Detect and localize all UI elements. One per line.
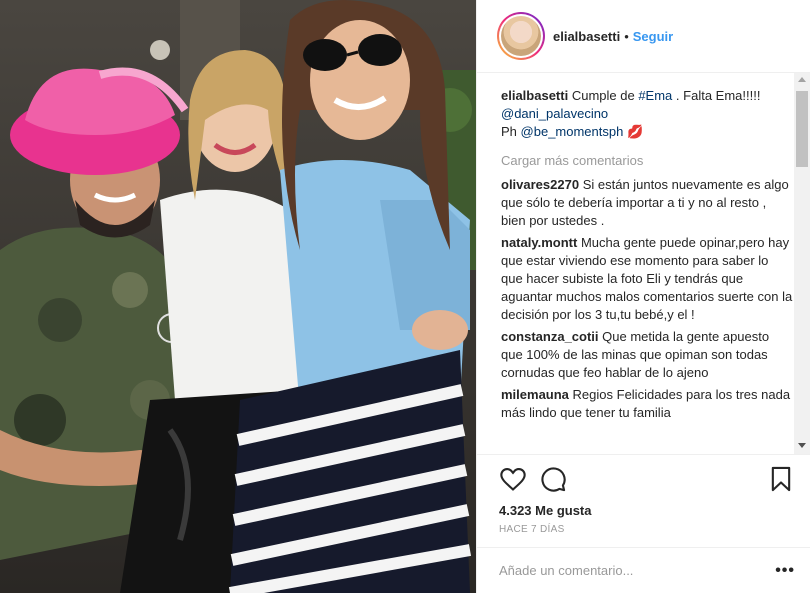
scroll-down-arrow-icon[interactable] <box>798 443 806 448</box>
comment-item: constanza_cotii Que metida la gente apue… <box>501 328 793 382</box>
comment-username[interactable]: nataly.montt <box>501 235 577 250</box>
comment-item: milemauna Regios Felicidades para los tr… <box>501 386 793 422</box>
caption-mention-2[interactable]: @be_momentsph <box>521 124 624 139</box>
post-time[interactable]: HACE 7 DÍAS <box>499 524 795 535</box>
comment-username[interactable]: milemauna <box>501 387 569 402</box>
comment-icon[interactable] <box>539 465 567 493</box>
post-actions: 4.323 Me gusta HACE 7 DÍAS <box>477 454 810 535</box>
scrollbar-thumb[interactable] <box>796 91 808 167</box>
comments-list[interactable]: elialbasetti Cumple de #Ema . Falta Ema!… <box>477 73 810 454</box>
caption-text-before: Cumple de <box>571 88 635 103</box>
avatar-image <box>501 16 541 56</box>
caption-ph-prefix: Ph <box>501 124 517 139</box>
instagram-post: elialbasetti • Seguir elialbasetti Cumpl… <box>0 0 810 593</box>
header-separator: • <box>624 28 629 44</box>
scroll-up-arrow-icon[interactable] <box>798 77 806 82</box>
caption-username[interactable]: elialbasetti <box>501 88 568 103</box>
caption-hashtag[interactable]: #Ema <box>638 88 672 103</box>
likes-count[interactable]: 4.323 Me gusta <box>499 503 795 518</box>
author-username[interactable]: elialbasetti <box>553 29 620 44</box>
post-photo[interactable] <box>0 0 476 593</box>
comment-username[interactable]: olivares2270 <box>501 177 579 192</box>
comment-item: olivares2270 Si están juntos nuevamente … <box>501 176 793 230</box>
comments-scrollbar[interactable] <box>794 73 810 454</box>
kiss-emoji-icon: 💋 <box>626 124 644 139</box>
comment-input[interactable] <box>499 563 776 578</box>
add-comment-bar: ••• <box>477 547 810 593</box>
follow-button[interactable]: Seguir <box>633 29 673 44</box>
post-header: elialbasetti • Seguir <box>477 0 810 73</box>
load-more-comments-button[interactable]: Cargar más comentarios <box>501 153 793 168</box>
author-avatar[interactable] <box>497 12 545 60</box>
comment-username[interactable]: constanza_cotii <box>501 329 599 344</box>
caption-mention-1[interactable]: @dani_palavecino <box>501 106 608 121</box>
heart-icon[interactable] <box>499 465 527 493</box>
caption-text-after: . Falta Ema!!!!! <box>675 88 761 103</box>
bookmark-icon[interactable] <box>767 465 795 493</box>
post-sidebar: elialbasetti • Seguir elialbasetti Cumpl… <box>476 0 810 593</box>
photo-illustration <box>0 0 476 593</box>
comment-item: nataly.montt Mucha gente puede opinar,pe… <box>501 234 793 324</box>
action-icons <box>499 463 795 495</box>
more-options-icon[interactable]: ••• <box>775 562 795 580</box>
caption: elialbasetti Cumple de #Ema . Falta Ema!… <box>501 87 793 141</box>
